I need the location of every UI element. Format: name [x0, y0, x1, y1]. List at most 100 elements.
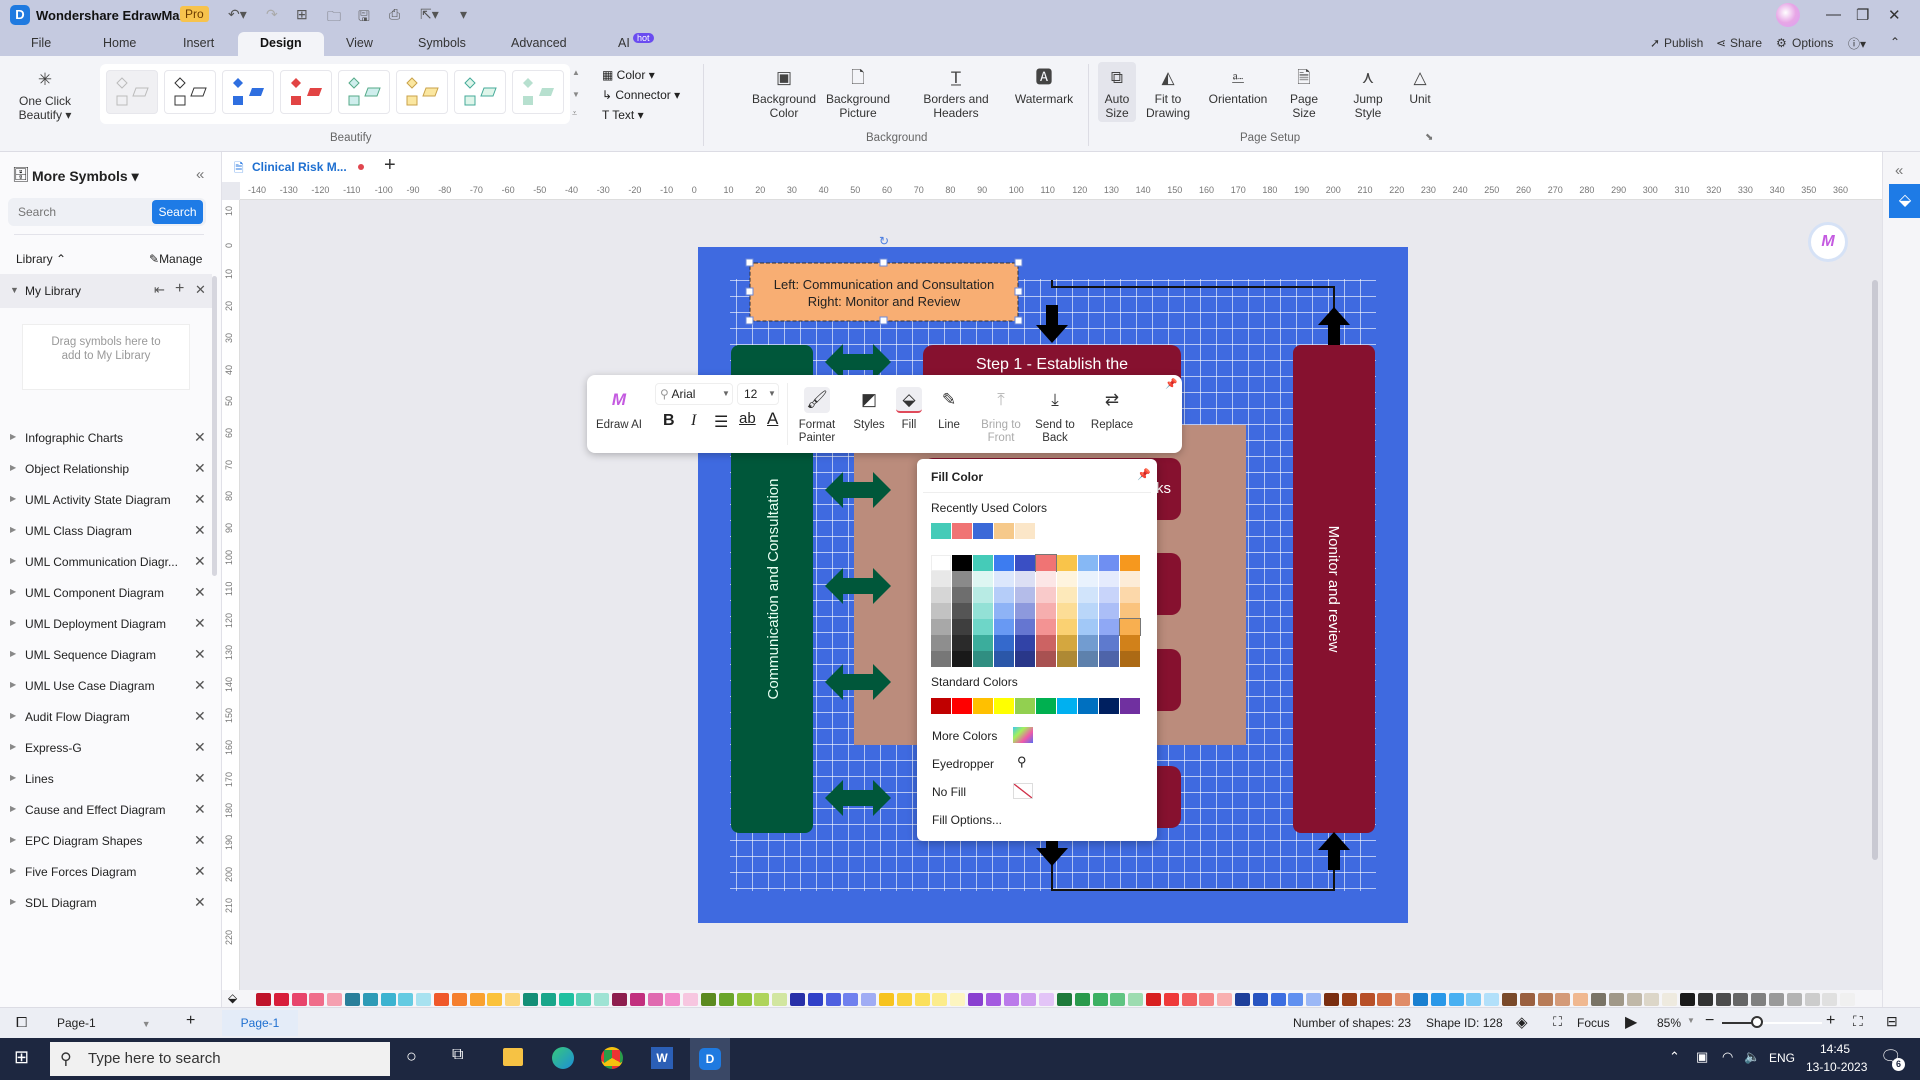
- add-page-button[interactable]: +: [186, 1012, 195, 1030]
- theme-color-swatch[interactable]: [973, 555, 993, 571]
- palette-color-swatch[interactable]: [1181, 993, 1197, 1006]
- palette-color-swatch[interactable]: [1288, 993, 1304, 1006]
- theme-shade-swatch[interactable]: [1036, 587, 1056, 603]
- palette-color-swatch[interactable]: [1146, 993, 1161, 1006]
- theme-color-swatch[interactable]: [1078, 555, 1098, 571]
- library-item[interactable]: ▶ Five Forces Diagram ✕: [0, 857, 214, 887]
- zoom-dropdown-icon[interactable]: ▼: [1687, 1016, 1695, 1025]
- palette-color-swatch[interactable]: [1751, 993, 1767, 1006]
- line-button[interactable]: ✎ Line: [929, 387, 969, 432]
- close-icon[interactable]: ✕: [194, 429, 206, 446]
- tab-view[interactable]: View: [346, 36, 373, 50]
- library-item[interactable]: ▶ Object Relationship ✕: [0, 454, 214, 484]
- close-icon[interactable]: ✕: [194, 863, 206, 880]
- theme-shade-swatch[interactable]: [1099, 651, 1119, 667]
- theme-shade-swatch[interactable]: [1057, 571, 1077, 587]
- palette-color-swatch[interactable]: [985, 993, 1001, 1006]
- palette-color-swatch[interactable]: [1199, 993, 1215, 1006]
- share-button[interactable]: Share: [1730, 36, 1762, 50]
- theme-shade-swatch[interactable]: [1057, 651, 1077, 667]
- palette-color-swatch[interactable]: [1591, 993, 1606, 1006]
- language-indicator[interactable]: ENG: [1769, 1051, 1795, 1065]
- palette-color-swatch[interactable]: [1074, 993, 1090, 1006]
- palette-color-swatch[interactable]: [736, 993, 752, 1006]
- fill-palette-icon[interactable]: ⬙: [228, 991, 237, 1005]
- help-icon[interactable]: ⓘ▾: [1848, 35, 1866, 52]
- theme-shade-swatch[interactable]: [994, 635, 1014, 651]
- library-item[interactable]: ▶ Cause and Effect Diagram ✕: [0, 795, 214, 825]
- palette-color-swatch[interactable]: [398, 993, 414, 1006]
- theme-shade-swatch[interactable]: [994, 619, 1014, 635]
- styles-button[interactable]: ◩ Styles: [847, 387, 891, 432]
- borders-headers-button[interactable]: T̲ Borders and Headers: [918, 68, 994, 120]
- palette-color-swatch[interactable]: [807, 993, 823, 1006]
- theme-shade-swatch[interactable]: [1036, 635, 1056, 651]
- standard-color-swatch[interactable]: [952, 698, 972, 714]
- palette-color-swatch[interactable]: [576, 993, 592, 1006]
- palette-color-swatch[interactable]: [487, 993, 503, 1006]
- watermark-button[interactable]: 🅰 Watermark: [1012, 68, 1076, 106]
- focus-button[interactable]: Focus: [1577, 1016, 1610, 1030]
- theme-shade-swatch[interactable]: [1078, 571, 1098, 587]
- palette-color-swatch[interactable]: [558, 993, 574, 1006]
- theme-shade-swatch[interactable]: [1057, 619, 1077, 635]
- palette-color-swatch[interactable]: [1484, 993, 1500, 1006]
- auto-size-button[interactable]: ⧉ Auto Size: [1098, 62, 1136, 122]
- tab-insert[interactable]: Insert: [183, 36, 214, 50]
- theme-shade-swatch[interactable]: [1099, 603, 1119, 619]
- palette-color-swatch[interactable]: [327, 993, 343, 1006]
- search-button[interactable]: Search: [152, 200, 203, 224]
- palette-color-swatch[interactable]: [1804, 993, 1820, 1006]
- restore-button[interactable]: ❐: [1856, 6, 1869, 24]
- palette-color-swatch[interactable]: [1413, 993, 1428, 1006]
- panel-scrollbar[interactable]: [212, 276, 217, 576]
- palette-color-swatch[interactable]: [345, 993, 360, 1006]
- theme-shade-swatch[interactable]: [1015, 587, 1035, 603]
- standard-color-swatch[interactable]: [973, 698, 993, 714]
- windows-start-icon[interactable]: ⊞: [14, 1047, 29, 1068]
- eyedropper-item[interactable]: Eyedropper: [932, 757, 994, 771]
- word-icon[interactable]: W: [651, 1047, 673, 1069]
- theme-style-2[interactable]: [164, 70, 216, 114]
- palette-color-swatch[interactable]: [1733, 993, 1749, 1006]
- standard-color-swatch[interactable]: [1078, 698, 1098, 714]
- library-item[interactable]: ▶ UML Deployment Diagram ✕: [0, 609, 214, 639]
- palette-color-swatch[interactable]: [896, 993, 912, 1006]
- close-icon[interactable]: ✕: [194, 615, 206, 632]
- palette-color-swatch[interactable]: [1715, 993, 1731, 1006]
- palette-color-swatch[interactable]: [540, 993, 556, 1006]
- palette-color-swatch[interactable]: [469, 993, 485, 1006]
- zoom-slider-handle[interactable]: [1751, 1016, 1763, 1028]
- collapse-ribbon-icon[interactable]: ⌃: [1890, 35, 1900, 49]
- pin-icon[interactable]: 📌: [1137, 468, 1151, 481]
- send-to-back-button[interactable]: ⤓ Send to Back: [1031, 387, 1079, 445]
- palette-color-swatch[interactable]: [1822, 993, 1838, 1006]
- theme-shade-swatch[interactable]: [1036, 603, 1056, 619]
- replace-button[interactable]: ⇄ Replace: [1087, 387, 1137, 432]
- palette-color-swatch[interactable]: [790, 993, 805, 1006]
- new-tab-button[interactable]: +: [384, 154, 396, 177]
- close-icon[interactable]: ✕: [194, 522, 206, 539]
- palette-color-swatch[interactable]: [1324, 993, 1339, 1006]
- theme-shade-swatch[interactable]: [1120, 651, 1140, 667]
- standard-color-swatch[interactable]: [1036, 698, 1056, 714]
- palette-color-swatch[interactable]: [451, 993, 467, 1006]
- palette-color-swatch[interactable]: [505, 993, 521, 1006]
- palette-color-swatch[interactable]: [291, 993, 307, 1006]
- theme-shade-swatch[interactable]: [1057, 587, 1077, 603]
- text-menu[interactable]: T Text ▾: [602, 108, 644, 122]
- library-item[interactable]: ▶ EPC Diagram Shapes ✕: [0, 826, 214, 856]
- library-item[interactable]: ▶ Audit Flow Diagram ✕: [0, 702, 214, 732]
- library-item[interactable]: ▶ Express-G ✕: [0, 733, 214, 763]
- palette-color-swatch[interactable]: [1662, 993, 1678, 1006]
- library-item[interactable]: ▶ UML Class Diagram ✕: [0, 516, 214, 546]
- library-item[interactable]: ▶ UML Activity State Diagram ✕: [0, 485, 214, 515]
- underline-button[interactable]: ab: [739, 410, 756, 427]
- manage-button[interactable]: ✎Manage: [149, 252, 202, 266]
- palette-color-swatch[interactable]: [1377, 993, 1393, 1006]
- palette-color-swatch[interactable]: [1502, 993, 1517, 1006]
- theme-shade-swatch[interactable]: [1057, 603, 1077, 619]
- zoom-out-button[interactable]: −: [1705, 1012, 1714, 1030]
- gallery-scroll-down-icon[interactable]: ▼: [572, 90, 580, 99]
- palette-color-swatch[interactable]: [594, 993, 610, 1006]
